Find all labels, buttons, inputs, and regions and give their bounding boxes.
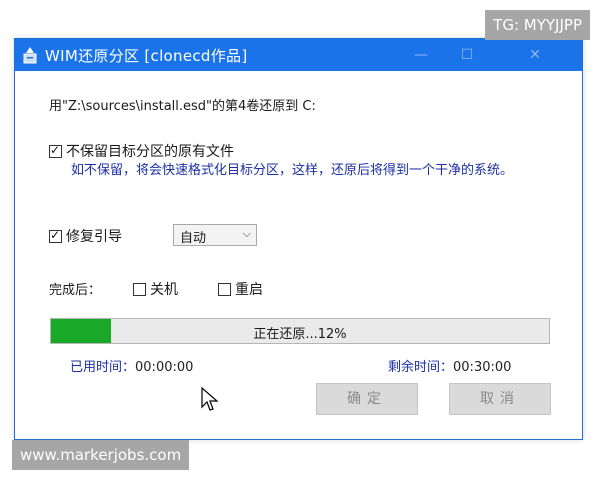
ok-button[interactable]: 确定 <box>316 383 418 415</box>
minimize-button[interactable]: — <box>398 39 444 71</box>
cancel-button[interactable]: 取消 <box>449 383 551 415</box>
maximize-button[interactable]: ☐ <box>444 39 490 71</box>
wim-restore-dialog: WIM还原分区 [clonecd作品] — ☐ ✕ 用"Z:\sources\i… <box>14 38 583 440</box>
app-icon <box>23 47 37 64</box>
restore-source-text: 用"Z:\sources\install.esd"的第4卷还原到 C: <box>49 99 316 114</box>
remaining-label: 剩余时间： <box>388 360 454 375</box>
shutdown-label: 关机 <box>150 282 178 298</box>
window-title: WIM还原分区 [clonecd作品] <box>45 47 248 65</box>
keep-files-checkbox[interactable] <box>49 143 62 158</box>
remaining-value: 00:30:00 <box>453 360 512 375</box>
site-watermark: www.markerjobs.com <box>12 440 190 470</box>
remaining-time: 剩余时间：00:30:00 <box>388 356 511 375</box>
repair-boot-option[interactable]: 修复引导 <box>49 226 122 246</box>
elapsed-time: 已用时间：00:00:00 <box>70 356 193 375</box>
keep-files-option[interactable]: 不保留目标分区的原有文件 <box>49 141 234 161</box>
chevron-down-icon: ⌵ <box>242 227 251 240</box>
boot-mode-select[interactable]: 自动 ⌵ <box>173 224 257 246</box>
boot-mode-value: 自动 <box>180 231 207 246</box>
repair-boot-checkbox[interactable] <box>49 228 62 243</box>
shutdown-option[interactable]: 关机 <box>133 279 178 299</box>
restore-progress-bar: 正在还原...12% <box>50 318 550 344</box>
format-info-text: 如不保留，将会快速格式化目标分区，这样，还原后将得到一个干净的系统。 <box>71 163 514 178</box>
keep-files-label: 不保留目标分区的原有文件 <box>66 144 234 160</box>
shutdown-checkbox[interactable] <box>133 282 146 296</box>
repair-boot-label: 修复引导 <box>66 229 122 245</box>
progress-text: 正在还原...12% <box>253 327 347 342</box>
after-completion-label: 完成后： <box>49 283 102 298</box>
mouse-pointer-icon <box>201 387 219 411</box>
elapsed-value: 00:00:00 <box>135 360 194 375</box>
title-bar[interactable]: WIM还原分区 [clonecd作品] — ☐ ✕ <box>15 39 582 71</box>
restart-label: 重启 <box>235 282 263 298</box>
elapsed-label: 已用时间： <box>70 360 136 375</box>
telegram-watermark: TG: MYYJJPP <box>485 10 590 40</box>
restart-checkbox[interactable] <box>218 282 231 296</box>
close-button[interactable]: ✕ <box>512 39 558 71</box>
restart-option[interactable]: 重启 <box>218 279 263 299</box>
